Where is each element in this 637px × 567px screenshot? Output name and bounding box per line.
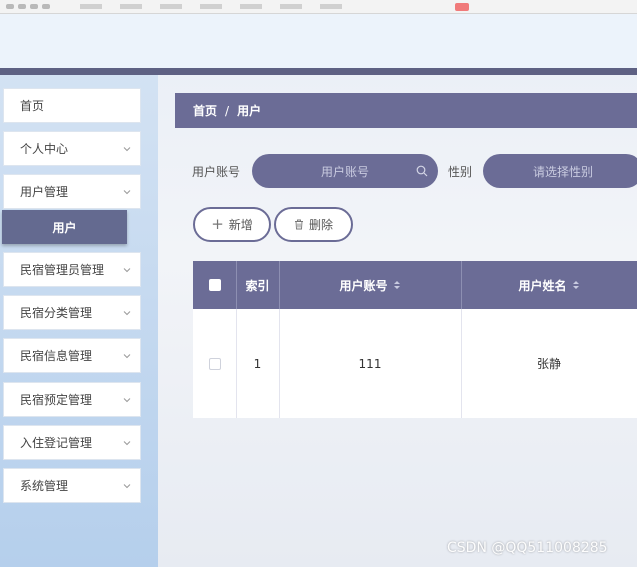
breadcrumb-home[interactable]: 首页 <box>193 102 217 119</box>
sidebar-item-label: 用户管理 <box>20 185 69 199</box>
table-row[interactable]: 1 111 张静 <box>193 309 637 418</box>
account-placeholder: 用户账号 <box>320 164 369 179</box>
sort-icon[interactable] <box>572 280 580 290</box>
breadcrumb: 首页 / 用户 <box>175 93 637 128</box>
sidebar-item-system[interactable]: 系统管理 <box>3 468 141 503</box>
watermark: CSDN @QQ511008285 <box>447 540 608 556</box>
sidebar-item-label: 民宿信息管理 <box>20 349 93 363</box>
sidebar-item-label: 民宿管理员管理 <box>20 263 105 277</box>
user-table: 索引 用户账号 用户姓名 1 111 张静 <box>193 261 637 418</box>
cell-name-value: 张静 <box>536 357 561 371</box>
cell-index: 1 <box>236 309 279 418</box>
sidebar-item-homestay-category[interactable]: 民宿分类管理 <box>3 295 141 330</box>
app-header <box>0 14 637 68</box>
gender-label: 性别 <box>448 165 473 179</box>
sidebar-item-home[interactable]: 首页 <box>3 88 141 123</box>
browser-strip <box>0 0 637 14</box>
sidebar-item-label: 系统管理 <box>20 479 69 493</box>
select-all-checkbox[interactable] <box>208 279 221 291</box>
account-search-input[interactable]: 用户账号 <box>252 154 438 188</box>
sidebar: 首页 个人中心 用户管理 民宿管理员管理 民宿分类管理 民宿信息管理 民宿预定管… <box>0 75 158 567</box>
delete-button[interactable]: 删除 <box>274 207 353 242</box>
chevron-down-icon <box>123 354 131 359</box>
cell-name: 张静 <box>461 309 637 418</box>
row-checkbox[interactable] <box>208 357 221 370</box>
sidebar-item-profile[interactable]: 个人中心 <box>3 131 141 166</box>
sidebar-subitem-user[interactable]: 用户 <box>2 210 127 244</box>
plus-icon: + <box>211 215 224 233</box>
sidebar-item-label: 民宿分类管理 <box>20 306 93 320</box>
sidebar-item-label: 个人中心 <box>20 142 69 156</box>
cell-index-value: 1 <box>253 356 262 371</box>
search-icon[interactable] <box>416 165 428 177</box>
delete-button-label: 删除 <box>308 218 333 232</box>
chevron-down-icon <box>123 484 131 489</box>
chevron-down-icon <box>123 311 131 316</box>
sidebar-item-homestay-admin[interactable]: 民宿管理员管理 <box>3 252 141 287</box>
gender-placeholder: 请选择性别 <box>532 164 593 179</box>
chevron-down-icon <box>123 398 131 403</box>
gender-select[interactable]: 请选择性别 <box>483 154 637 188</box>
select-all-cell <box>193 261 236 309</box>
breadcrumb-current: 用户 <box>237 104 262 118</box>
trash-icon <box>294 219 303 230</box>
sidebar-item-user-management[interactable]: 用户管理 <box>3 174 141 209</box>
chevron-down-icon <box>123 190 131 195</box>
sort-icon[interactable] <box>393 280 401 290</box>
header-divider <box>0 68 637 75</box>
sidebar-item-checkin[interactable]: 入住登记管理 <box>3 425 141 460</box>
sidebar-item-label: 入住登记管理 <box>20 436 93 450</box>
cell-account-value: 111 <box>358 356 382 371</box>
header-name[interactable]: 用户姓名 <box>461 261 637 309</box>
row-select-cell <box>193 309 236 418</box>
chevron-down-icon <box>123 268 131 273</box>
sidebar-item-label: 民宿预定管理 <box>20 393 93 407</box>
sidebar-subitem-label: 用户 <box>52 220 77 235</box>
add-button-label: 新增 <box>228 218 253 232</box>
header-account-label: 用户账号 <box>339 278 388 293</box>
header-name-label: 用户姓名 <box>518 278 567 293</box>
sidebar-item-homestay-booking[interactable]: 民宿预定管理 <box>3 382 141 417</box>
table-header: 索引 用户账号 用户姓名 <box>193 261 637 309</box>
chevron-down-icon <box>123 441 131 446</box>
chevron-down-icon <box>123 147 131 152</box>
header-account[interactable]: 用户账号 <box>279 261 461 309</box>
header-index-label: 索引 <box>245 278 270 293</box>
sidebar-item-label: 首页 <box>20 99 45 113</box>
sidebar-item-homestay-info[interactable]: 民宿信息管理 <box>3 338 141 373</box>
header-index: 索引 <box>236 261 279 309</box>
cell-account: 111 <box>279 309 461 418</box>
add-button[interactable]: + 新增 <box>193 207 271 242</box>
account-label: 用户账号 <box>192 165 241 179</box>
breadcrumb-separator: / <box>225 103 230 118</box>
